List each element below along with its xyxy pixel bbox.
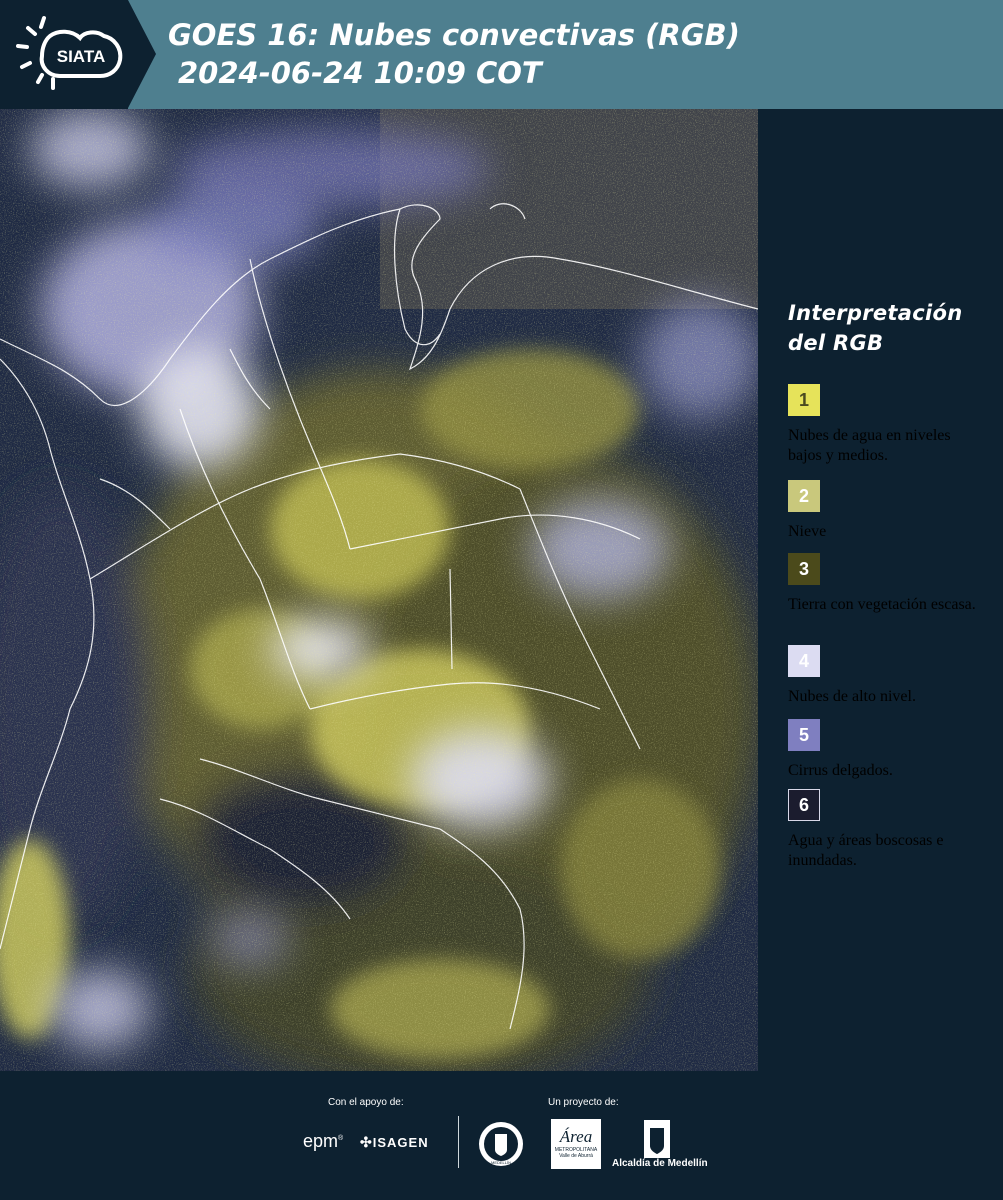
legend-item-6: 6 Agua y áreas boscosas e inundadas. [788,789,988,871]
page-title: GOES 16: Nubes convectivas (RGB) 2024-06… [168,16,740,92]
logo-panel: SIATA [0,0,128,109]
legend-label: Nubes de alto nivel. [788,688,916,705]
legend-number: 3 [798,558,809,579]
legend-number: 1 [798,389,809,410]
isagen-icon: ✣ [360,1134,373,1150]
alcaldia-label: Alcaldía de Medellín [612,1158,708,1169]
legend-item-2: 2 Nieve [788,480,988,542]
epm-logo: epm® [303,1131,344,1151]
legend-swatch: 2 [788,480,820,512]
legend-swatch: 4 [788,645,820,677]
isagen-logo: ✣ISAGEN [360,1134,429,1151]
legend-swatch: 3 [788,553,820,585]
legend-label: Cirrus delgados. [788,762,893,779]
footer: Con el apoyo de: Un proyecto de: epm® ✣I… [0,1071,1003,1200]
legend-item-4: 4 Nubes de alto nivel. [788,645,988,707]
header: SIATA GOES 16: Nubes convectivas (RGB) 2… [0,0,1003,109]
siata-logo-icon: SIATA [16,16,123,90]
support-label: Con el apoyo de: [328,1097,404,1108]
logo-text: SIATA [57,47,105,66]
legend-swatch: 5 [788,719,820,751]
legend-label: Nubes de agua en niveles bajos y medios. [788,427,951,464]
title-line-1: GOES 16: Nubes convectivas (RGB) [168,18,740,52]
legend-label: Tierra con vegetación escasa. [788,596,976,613]
legend-item-5: 5 Cirrus delgados. [788,719,988,781]
legend-title-line-1: Interpretación [788,301,963,325]
satellite-image [0,109,758,1071]
isagen-logo-text: ISAGEN [372,1135,429,1150]
area-logo-text: Área [559,1127,593,1146]
title-line-2-timestamp: 2024-06-24 10:09 COT [178,56,542,90]
satellite-map[interactable] [0,109,758,1071]
medellin-seal-icon: MEDELLÍN [479,1122,523,1166]
legend-number: 5 [798,724,809,745]
logo-arrow [128,0,156,108]
epm-logo-text: epm [303,1131,339,1151]
legend-label: Nieve [788,523,827,540]
legend-number: 4 [798,650,809,671]
legend-label: Agua y áreas boscosas e inundadas. [788,832,944,869]
legend-title: Interpretación del RGB [788,298,988,358]
area-metropolitana-logo: Área METROPOLITANA Valle de Aburrá [551,1119,601,1169]
area-logo-sub2: Valle de Aburrá [559,1153,593,1159]
legend-item-1: 1 Nubes de agua en niveles bajos y medios… [788,384,988,466]
legend-item-3: 3 Tierra con vegetación escasa. [788,553,988,615]
legend-swatch: 1 [788,384,820,416]
legend: Interpretación del RGB [788,298,988,358]
project-label: Un proyecto de: [548,1097,619,1108]
legend-number: 6 [798,794,809,815]
legend-swatch: 6 [788,789,820,821]
alcaldia-shield-icon [644,1120,670,1158]
legend-number: 2 [798,485,809,506]
medellin-seal-text: MEDELLÍN [491,1160,511,1165]
footer-divider [458,1116,459,1168]
legend-title-line-2: del RGB [788,331,884,355]
